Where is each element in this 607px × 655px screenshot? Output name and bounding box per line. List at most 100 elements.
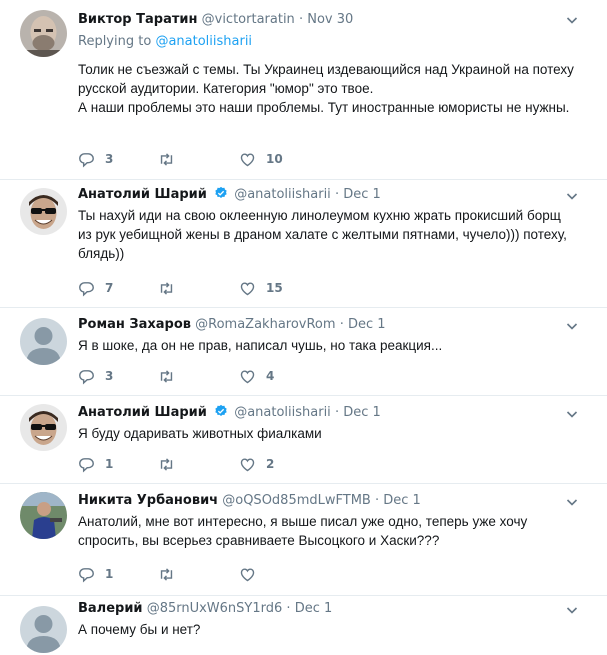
heart-icon — [240, 457, 255, 471]
author-handle[interactable]: @RomaZakharovRom — [195, 317, 335, 332]
author-handle[interactable]: @oQSOd85mdLwFTMB — [222, 493, 371, 508]
like-button[interactable]: 2 — [239, 455, 274, 473]
tweet[interactable]: Анатолий Шарий @anatoliisharii · Dec 1 Т… — [0, 180, 607, 308]
tweet[interactable]: Валерий @85rnUxW6nSY1rd6 · Dec 1 А почем… — [0, 596, 607, 655]
author-name[interactable]: Виктор Таратин — [78, 12, 197, 27]
chevron-down-icon[interactable] — [566, 190, 578, 202]
reply-icon — [79, 457, 94, 472]
tweet[interactable]: Роман Захаров @RomaZakharovRom · Dec 1 Я… — [0, 308, 607, 396]
author-handle[interactable]: @anatoliisharii — [234, 405, 331, 420]
reply-count: 1 — [105, 567, 114, 581]
reply-icon — [79, 567, 94, 582]
author-name[interactable]: Анатолий Шарий — [78, 187, 207, 202]
tweet-text: А почему бы и нет? — [78, 622, 201, 637]
retweet-button[interactable] — [158, 565, 185, 583]
author-handle[interactable]: @anatoliisharii — [234, 187, 331, 202]
reply-count: 7 — [105, 281, 114, 295]
separator: · — [298, 12, 304, 27]
like-button[interactable]: 4 — [239, 367, 274, 385]
retweet-icon — [160, 567, 173, 581]
avatar[interactable] — [20, 188, 67, 235]
like-count: 10 — [266, 152, 283, 166]
tweet-text: Анатолий, мне вот интересно, я выше писа… — [78, 514, 528, 548]
separator: · — [334, 405, 340, 420]
avatar[interactable] — [20, 492, 67, 539]
author-handle[interactable]: @85rnUxW6nSY1rd6 — [147, 601, 283, 616]
reply-button[interactable]: 1 — [78, 565, 113, 583]
heart-icon — [240, 281, 255, 295]
reply-icon — [79, 281, 94, 296]
tweet-header: Анатолий Шарий @anatoliisharii · Dec 1 — [78, 404, 381, 422]
like-count: 15 — [266, 281, 283, 295]
heart-icon — [240, 369, 255, 383]
heart-icon — [240, 152, 255, 166]
separator: · — [339, 317, 344, 332]
tweet-actions: 3 10 — [78, 150, 378, 168]
tweet-text: Я в шоке, да он не прав, написал чушь, н… — [78, 338, 443, 353]
chevron-down-icon[interactable] — [566, 14, 578, 26]
tweet[interactable]: Виктор Таратин @victortaratin · Nov 30 R… — [0, 0, 607, 180]
like-button[interactable]: 15 — [239, 279, 283, 297]
chevron-down-icon[interactable] — [566, 320, 578, 332]
replying-to-label: Replying to — [78, 34, 152, 49]
tweet-date[interactable]: Nov 30 — [307, 12, 353, 27]
author-name[interactable]: Валерий — [78, 601, 143, 616]
tweet-date[interactable]: Dec 1 — [383, 493, 421, 508]
like-button[interactable]: 10 — [239, 150, 283, 168]
author-handle[interactable]: @victortaratin — [202, 12, 295, 27]
tweet-text: Я буду одаривать животных фиалками — [78, 426, 322, 441]
tweet-header: Никита Урбанович @oQSOd85mdLwFTMB · Dec … — [78, 492, 421, 510]
like-count: 2 — [266, 457, 275, 471]
chevron-down-icon[interactable] — [566, 496, 578, 508]
chevron-down-icon[interactable] — [566, 408, 578, 420]
retweet-button[interactable] — [158, 367, 185, 385]
reply-icon — [79, 152, 94, 167]
tweet-header: Виктор Таратин @victortaratin · Nov 30 — [78, 11, 353, 29]
tweet[interactable]: Анатолий Шарий @anatoliisharii · Dec 1 Я… — [0, 396, 607, 484]
like-count: 4 — [266, 369, 275, 383]
avatar[interactable] — [20, 606, 67, 653]
separator: · — [334, 187, 340, 202]
tweet-date[interactable]: Dec 1 — [343, 187, 381, 202]
chevron-down-icon[interactable] — [566, 604, 578, 616]
tweet-text: Толик не съезжай с темы. Ты Украинец изд… — [78, 62, 574, 115]
author-name[interactable]: Роман Захаров — [78, 317, 191, 332]
heart-icon — [240, 567, 255, 581]
replying-to: Replying to @anatoliisharii — [78, 33, 252, 51]
separator: · — [374, 493, 380, 508]
reply-button[interactable]: 3 — [78, 367, 113, 385]
retweet-button[interactable] — [158, 150, 185, 168]
avatar[interactable] — [20, 404, 67, 451]
reply-button[interactable]: 3 — [78, 150, 113, 168]
retweet-button[interactable] — [158, 279, 185, 297]
reply-count: 3 — [105, 369, 114, 383]
author-name[interactable]: Анатолий Шарий — [78, 405, 207, 420]
retweet-button[interactable] — [158, 455, 185, 473]
reply-button[interactable]: 7 — [78, 279, 113, 297]
tweet-text: Ты нахуй иди на свою оклеенную линолеумо… — [78, 208, 567, 261]
reply-button[interactable]: 1 — [78, 455, 113, 473]
tweet-actions: 1 — [78, 565, 378, 583]
tweet-actions: 3 4 — [78, 367, 378, 385]
tweet[interactable]: Никита Урбанович @oQSOd85mdLwFTMB · Dec … — [0, 484, 607, 596]
like-button[interactable] — [239, 565, 266, 583]
reply-count: 3 — [105, 152, 114, 166]
verified-badge-icon — [215, 186, 227, 198]
retweet-icon — [160, 369, 173, 383]
tweet-date[interactable]: Dec 1 — [295, 601, 333, 616]
tweet-header: Валерий @85rnUxW6nSY1rd6 · Dec 1 — [78, 600, 332, 618]
retweet-icon — [160, 457, 173, 471]
retweet-icon — [160, 281, 173, 295]
tweet-header: Роман Захаров @RomaZakharovRom · Dec 1 — [78, 316, 386, 334]
tweet-thread: Виктор Таратин @victortaratin · Nov 30 R… — [0, 0, 607, 655]
reply-icon — [79, 369, 94, 384]
avatar[interactable] — [20, 10, 67, 57]
retweet-icon — [160, 152, 173, 166]
tweet-date[interactable]: Dec 1 — [348, 317, 386, 332]
avatar[interactable] — [20, 318, 67, 365]
author-name[interactable]: Никита Урбанович — [78, 493, 218, 508]
verified-badge-icon — [215, 404, 227, 416]
tweet-actions: 1 2 — [78, 455, 378, 473]
replying-to-mention[interactable]: @anatoliisharii — [155, 34, 252, 49]
tweet-date[interactable]: Dec 1 — [343, 405, 381, 420]
